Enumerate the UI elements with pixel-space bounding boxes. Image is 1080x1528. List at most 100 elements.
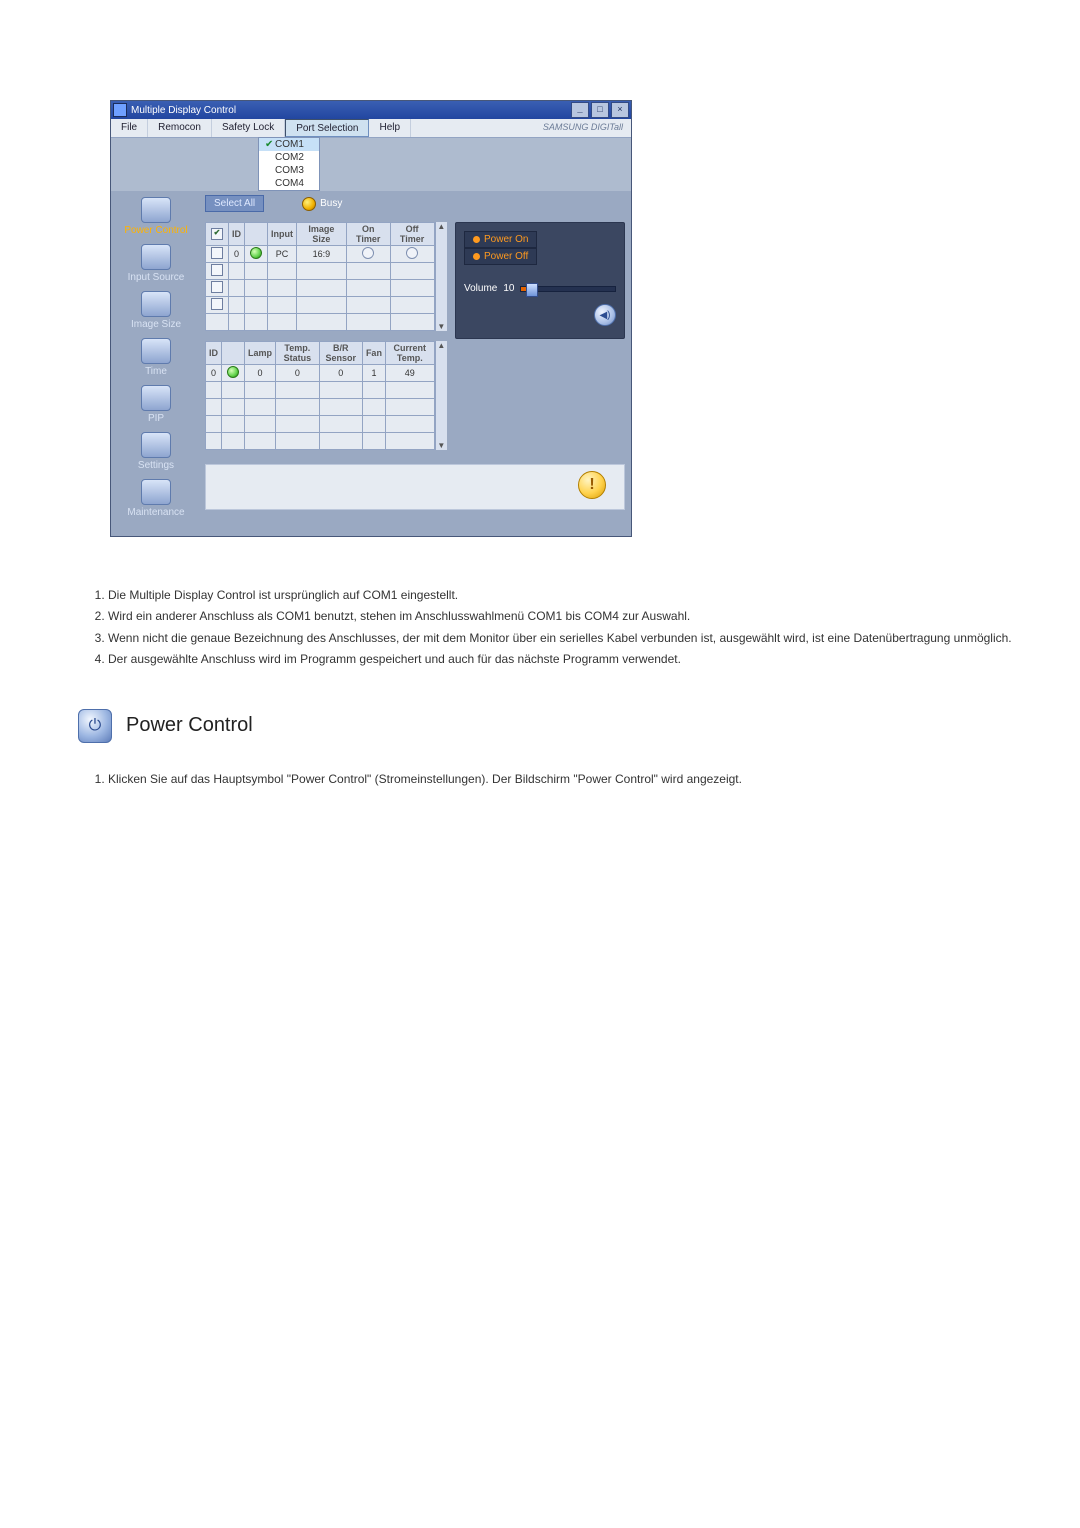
port-option-com4[interactable]: COM4 (259, 177, 319, 190)
table-row[interactable] (206, 263, 435, 280)
sidebar-item-input-source[interactable]: Input Source (111, 244, 201, 283)
table-row[interactable] (206, 399, 435, 416)
section-heading-row: Power Control (78, 709, 1040, 743)
power-led-icon (227, 366, 239, 378)
select-all-button[interactable]: Select All (205, 195, 264, 212)
cell-current-temp: 49 (385, 365, 434, 382)
on-timer-icon (362, 247, 374, 259)
col-id: ID (206, 342, 222, 365)
menu-file[interactable]: File (111, 119, 148, 137)
cell-br-sensor: 0 (319, 365, 362, 382)
power-control-panel: Power On Power Off Volume 10 (455, 222, 625, 339)
power-on-button[interactable]: Power On (464, 231, 537, 248)
col-br-sensor: B/R Sensor (319, 342, 362, 365)
cell-id: 0 (206, 365, 222, 382)
time-icon (141, 338, 171, 364)
window-titlebar[interactable]: Multiple Display Control _ □ × (111, 101, 631, 119)
slider-knob[interactable] (526, 283, 538, 297)
gear-icon (141, 432, 171, 458)
table1-scrollbar[interactable]: ▲ ▼ (435, 222, 447, 331)
row-checkbox[interactable] (211, 281, 223, 293)
table-row[interactable] (206, 433, 435, 450)
cell-fan: 1 (362, 365, 385, 382)
sidebar-item-settings[interactable]: Settings (111, 432, 201, 471)
power-led-icon (250, 247, 262, 259)
col-id: ID (229, 223, 245, 246)
power-on-label: Power On (484, 234, 528, 245)
list-item: Klicken Sie auf das Hauptsymbol "Power C… (108, 771, 1020, 788)
power-off-button[interactable]: Power Off (464, 248, 537, 265)
wrench-icon (141, 479, 171, 505)
row-checkbox[interactable] (211, 264, 223, 276)
table-row[interactable] (206, 297, 435, 314)
busy-label: Busy (320, 198, 342, 209)
table-row[interactable] (206, 280, 435, 297)
volume-label: Volume (464, 283, 497, 294)
window-maximize-button[interactable]: □ (591, 102, 609, 118)
col-lamp: Lamp (245, 342, 276, 365)
volume-row: Volume 10 (464, 283, 616, 294)
sidebar-item-maintenance[interactable]: Maintenance (111, 479, 201, 518)
volume-value: 10 (503, 283, 514, 294)
table-row[interactable]: 0 0 0 0 1 49 (206, 365, 435, 382)
sidebar-item-time[interactable]: Time (111, 338, 201, 377)
header-checkbox[interactable] (211, 228, 223, 240)
table-row[interactable] (206, 416, 435, 433)
table-row[interactable] (206, 314, 435, 331)
power-control-section-icon (78, 709, 112, 743)
menu-port-selection[interactable]: Port Selection (285, 119, 369, 137)
sidebar-item-pip[interactable]: PIP (111, 385, 201, 424)
volume-slider[interactable] (520, 286, 616, 292)
status-table: ID Lamp Temp. Status B/R Sensor Fan Curr… (205, 341, 435, 450)
port-selection-notes: Die Multiple Display Control ist ursprün… (80, 587, 1020, 669)
sidebar-item-label: Settings (111, 460, 201, 471)
port-option-com1[interactable]: ✔COM1 (259, 138, 319, 151)
window-title: Multiple Display Control (131, 105, 236, 116)
window-minimize-button[interactable]: _ (571, 102, 589, 118)
table2-scrollbar[interactable]: ▲ ▼ (435, 341, 447, 450)
image-size-icon (141, 291, 171, 317)
menu-remocon[interactable]: Remocon (148, 119, 212, 137)
cell-temp-status: 0 (276, 365, 320, 382)
table-row[interactable] (206, 382, 435, 399)
col-off-timer: Off Timer (390, 223, 434, 246)
busy-led-icon (302, 197, 316, 211)
table-row[interactable]: 0 PC 16:9 (206, 246, 435, 263)
dot-icon (473, 253, 480, 260)
power-icon (141, 197, 171, 223)
sidebar-item-power-control[interactable]: Power Control (111, 197, 201, 236)
row-checkbox[interactable] (211, 247, 223, 259)
port-option-com3[interactable]: COM3 (259, 164, 319, 177)
menu-safety-lock[interactable]: Safety Lock (212, 119, 285, 137)
col-fan: Fan (362, 342, 385, 365)
sidebar-item-label: Image Size (111, 319, 201, 330)
cell-image-size: 16:9 (297, 246, 347, 263)
sidebar: Power Control Input Source Image Size Ti… (111, 191, 201, 536)
col-input: Input (268, 223, 297, 246)
sidebar-item-label: Time (111, 366, 201, 377)
port-selection-dropdown[interactable]: ✔COM1 COM2 COM3 COM4 (258, 137, 320, 191)
app-icon (113, 103, 127, 117)
port-option-com2[interactable]: COM2 (259, 151, 319, 164)
list-item: Der ausgewählte Anschluss wird im Progra… (108, 651, 1020, 668)
pip-icon (141, 385, 171, 411)
busy-indicator: Busy (302, 197, 342, 211)
menubar: File Remocon Safety Lock Port Selection … (111, 119, 631, 138)
input-source-icon (141, 244, 171, 270)
app-window: Multiple Display Control _ □ × File Remo… (110, 100, 632, 537)
sidebar-item-label: Input Source (111, 272, 201, 283)
status-bar: ! (205, 464, 625, 510)
menu-help[interactable]: Help (369, 119, 411, 137)
sidebar-item-image-size[interactable]: Image Size (111, 291, 201, 330)
speaker-icon[interactable]: ◀) (594, 304, 616, 326)
row-checkbox[interactable] (211, 298, 223, 310)
document-body: Die Multiple Display Control ist ursprün… (60, 587, 1040, 788)
list-item: Wenn nicht die genaue Bezeichnung des An… (108, 630, 1020, 647)
main-panel: Select All Busy ID (201, 191, 631, 536)
sidebar-item-label: PIP (111, 413, 201, 424)
cell-lamp: 0 (245, 365, 276, 382)
display-table: ID Input Image Size On Timer Off Timer (205, 222, 435, 331)
cell-id: 0 (229, 246, 245, 263)
sidebar-item-label: Power Control (111, 225, 201, 236)
window-close-button[interactable]: × (611, 102, 629, 118)
